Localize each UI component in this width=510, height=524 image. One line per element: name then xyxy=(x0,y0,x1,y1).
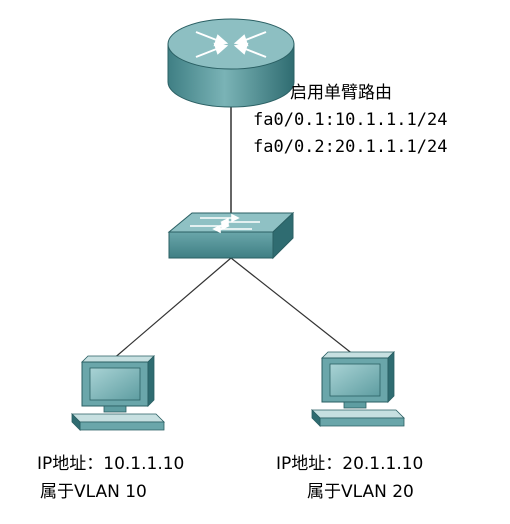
pc-right-vlan: 属于VLAN 20 xyxy=(307,482,414,502)
pc-left-ip: IP地址：10.1.1.10 xyxy=(37,454,185,474)
switch-icon[interactable] xyxy=(167,211,295,260)
switch-pc-right-link xyxy=(230,257,355,356)
router-subinterface-2: fa0/0.2:20.1.1.1/24 xyxy=(253,137,448,157)
pc-right-ip: IP地址：20.1.1.10 xyxy=(276,454,424,474)
pc-right-icon[interactable] xyxy=(311,351,405,427)
pc-left-vlan: 属于VLAN 10 xyxy=(40,482,147,502)
router-subinterface-1: fa0/0.1:10.1.1.1/24 xyxy=(253,110,448,130)
router-icon[interactable] xyxy=(167,18,295,108)
switch-pc-left-link xyxy=(111,257,232,361)
network-diagram xyxy=(71,18,405,431)
pc-left-icon[interactable] xyxy=(71,355,165,431)
router-title: 启用单臂路由 xyxy=(290,83,392,103)
